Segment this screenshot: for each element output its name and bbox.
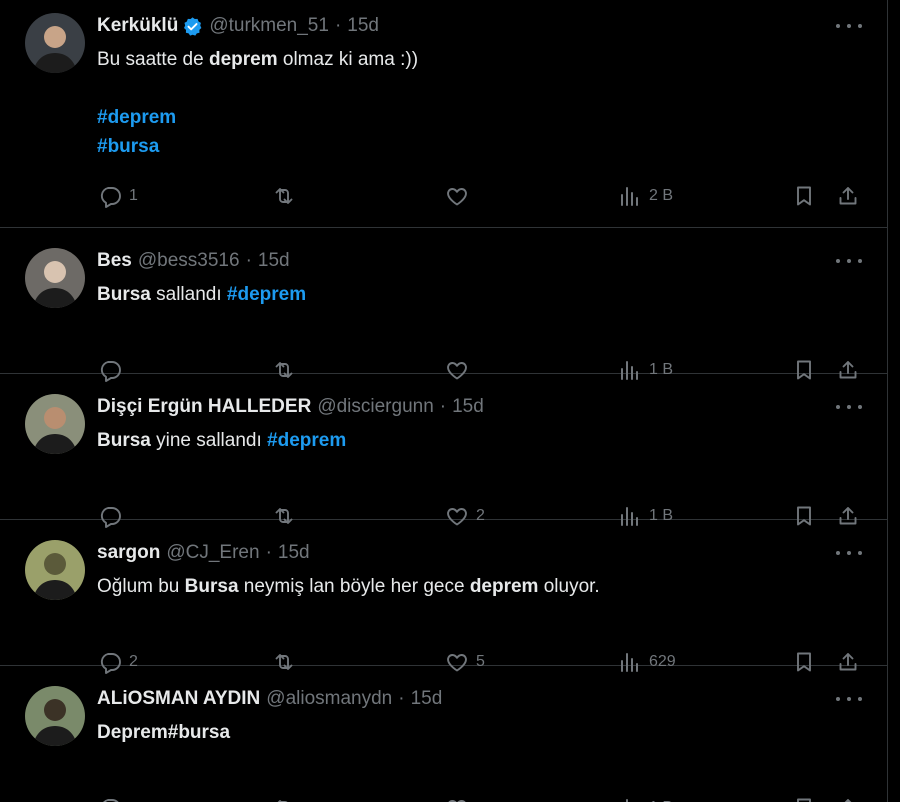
- separator-dot: ·: [439, 396, 447, 417]
- more-dots-icon[interactable]: [836, 691, 862, 707]
- reply-button[interactable]: 1: [98, 181, 138, 211]
- tweet-header: Dişçi Ergün HALLEDER @disciergunn · 15d: [97, 395, 484, 419]
- views-button[interactable]: 1 B: [618, 793, 673, 802]
- author-handle[interactable]: @bess3516: [138, 249, 240, 273]
- author-handle[interactable]: @turkmen_51: [209, 14, 329, 38]
- author-handle[interactable]: @CJ_Eren: [166, 541, 259, 565]
- tweet-timestamp[interactable]: 15d: [411, 687, 443, 711]
- bold-keyword: Deprem#bursa: [97, 722, 231, 743]
- tweet-feed: Kerküklü @turkmen_51 · 15d Bu saatte de depr…: [0, 0, 888, 802]
- hashtag-link[interactable]: #deprem: [97, 107, 176, 128]
- text-segment: neymiş lan böyle her gece: [238, 576, 470, 597]
- tweet-text: Bursa yine sallandı #deprem: [97, 426, 346, 455]
- tweet[interactable]: Bes @bess3516 · 15d Bursa sallandı #deprem 1 …: [0, 228, 887, 382]
- bold-keyword: Bursa: [97, 430, 151, 451]
- more-dots-icon[interactable]: [836, 399, 862, 415]
- speech-bubble-icon: [98, 796, 122, 802]
- tweet[interactable]: ALiOSMAN AYDIN @aliosmanydn · 15d Deprem#bur…: [0, 666, 887, 802]
- more-dots-icon[interactable]: [836, 545, 862, 561]
- bookmark-icon: [792, 184, 816, 208]
- bold-keyword: deprem: [208, 49, 278, 70]
- bold-keyword: Bursa: [184, 576, 239, 597]
- avatar[interactable]: [25, 394, 85, 454]
- tweet[interactable]: sargon @CJ_Eren · 15d Oğlum bu Bursa neymiş …: [0, 520, 887, 674]
- separator-dot: ·: [398, 688, 405, 709]
- tweet-actions: 1 2 B: [0, 181, 887, 211]
- bold-keyword: Bursa: [97, 284, 151, 305]
- retweet-icon: [272, 796, 296, 802]
- text-segment: yine sallandı: [150, 430, 268, 451]
- hashtag-link[interactable]: #bursa: [97, 136, 159, 157]
- bar-chart-icon: [618, 796, 642, 802]
- separator-dot: ·: [265, 542, 272, 563]
- retweet-button[interactable]: [272, 793, 296, 802]
- tweet-text: Bursa sallandı #deprem: [97, 280, 306, 309]
- text-segment: Oğlum bu: [97, 576, 185, 597]
- speech-bubble-icon: [98, 184, 122, 208]
- heart-icon: [445, 796, 469, 802]
- views-count: 2 B: [649, 187, 674, 204]
- like-button[interactable]: [445, 793, 469, 802]
- more-dots-icon[interactable]: [836, 18, 862, 34]
- more-dots-icon[interactable]: [836, 253, 862, 269]
- author-name[interactable]: Kerküklü: [97, 14, 178, 38]
- share-button[interactable]: [836, 181, 860, 211]
- share-button[interactable]: [836, 793, 860, 802]
- tweet[interactable]: Dişçi Ergün HALLEDER @disciergunn · 15d Burs…: [0, 374, 887, 528]
- bookmark-button[interactable]: [792, 181, 816, 211]
- text-segment: olmaz ki ama :)): [277, 49, 419, 70]
- bookmark-icon: [792, 796, 816, 802]
- share-icon: [836, 796, 860, 802]
- author-name[interactable]: ALiOSMAN AYDIN: [97, 687, 260, 711]
- like-button[interactable]: [445, 181, 469, 211]
- tweet-timestamp[interactable]: 15d: [347, 14, 379, 38]
- tweet-header: ALiOSMAN AYDIN @aliosmanydn · 15d: [97, 687, 442, 711]
- avatar[interactable]: [25, 13, 85, 73]
- author-handle[interactable]: @aliosmanydn: [266, 687, 392, 711]
- text-segment: oluyor.: [538, 576, 600, 597]
- tweet-actions: 1 B: [0, 793, 887, 802]
- tweet-header: sargon @CJ_Eren · 15d: [97, 541, 310, 565]
- author-name[interactable]: Bes: [97, 249, 132, 273]
- avatar[interactable]: [25, 248, 85, 308]
- separator-dot: ·: [245, 250, 252, 271]
- avatar[interactable]: [25, 686, 85, 746]
- tweet-text: Deprem#bursa: [97, 718, 230, 747]
- tweet-timestamp[interactable]: 15d: [258, 249, 290, 273]
- retweet-button[interactable]: [272, 181, 296, 211]
- hashtag-link[interactable]: #deprem: [267, 430, 346, 451]
- author-name[interactable]: Dişçi Ergün HALLEDER: [97, 395, 311, 419]
- views-button[interactable]: 2 B: [618, 181, 673, 211]
- reply-count: 1: [129, 187, 138, 204]
- tweet-text: Oğlum bu Bursa neymiş lan böyle her gece…: [97, 572, 600, 601]
- tweet-header: Kerküklü @turkmen_51 · 15d: [97, 14, 379, 38]
- author-handle[interactable]: @disciergunn: [317, 395, 433, 419]
- text-segment: sallandı: [150, 284, 227, 305]
- tweet-header: Bes @bess3516 · 15d: [97, 249, 290, 273]
- separator-dot: ·: [334, 15, 342, 36]
- bold-keyword: deprem: [469, 576, 539, 597]
- tweet[interactable]: Kerküklü @turkmen_51 · 15d Bu saatte de depr…: [0, 0, 887, 228]
- verified-badge-icon[interactable]: [182, 16, 203, 37]
- tweet-timestamp[interactable]: 15d: [452, 395, 484, 419]
- avatar[interactable]: [25, 540, 85, 600]
- heart-icon: [445, 184, 469, 208]
- text-segment: Bu saatte de: [97, 49, 209, 70]
- retweet-icon: [272, 184, 296, 208]
- reply-button[interactable]: [98, 793, 122, 802]
- bar-chart-icon: [618, 184, 642, 208]
- hashtag-link[interactable]: #deprem: [227, 284, 306, 305]
- tweet-text: Bu saatte de deprem olmaz ki ama :)) #dep…: [97, 45, 418, 161]
- bookmark-button[interactable]: [792, 793, 816, 802]
- tweet-timestamp[interactable]: 15d: [278, 541, 310, 565]
- share-icon: [836, 184, 860, 208]
- author-name[interactable]: sargon: [97, 541, 160, 565]
